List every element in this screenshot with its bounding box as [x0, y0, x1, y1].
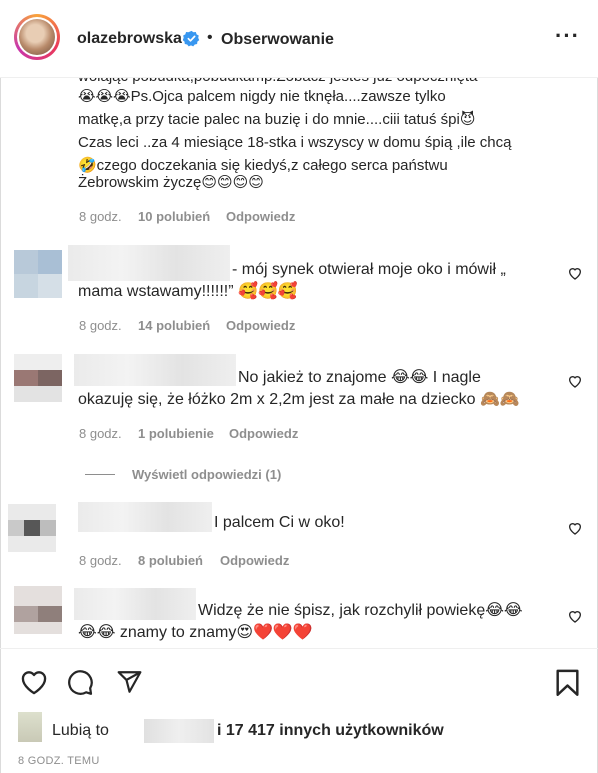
comment-text-line: Widzę że nie śpisz, jak rozchylił powiek… [198, 602, 523, 619]
comment-text-line: No jakież to znajome 😂😂 I nagle [238, 369, 481, 386]
comment-text-line: 😭😭😭Ps.Ojca palcem nigdy nie tknęła....za… [78, 88, 446, 105]
heart-outline-icon[interactable] [567, 520, 583, 536]
heart-outline-icon[interactable] [567, 608, 583, 624]
blurred-username [74, 588, 196, 620]
likes-count-link[interactable]: i 17 417 innych użytkowników [217, 722, 444, 740]
blurred-username [74, 354, 236, 386]
verified-badge-icon [183, 30, 200, 47]
comment-bubble-icon[interactable] [67, 669, 94, 696]
author-avatar[interactable] [14, 14, 60, 60]
comment-text-line: I palcem Ci w oko! [214, 514, 345, 531]
commenter-avatar[interactable] [8, 504, 56, 552]
reply-button[interactable]: Odpowiedz [226, 318, 295, 333]
comment-text-line: 😂😂 znamy to znamy😍❤️❤️❤️ [78, 624, 313, 641]
following-button[interactable]: Obserwowanie [221, 31, 334, 49]
comment-text-line: - mój synek otwierał moje oko i mówił „ [232, 261, 506, 278]
comment-text-line: okazuję się, że łóżko 2m x 2,2m jest za … [78, 391, 520, 408]
commenter-avatar[interactable] [14, 250, 62, 298]
blurred-username [68, 245, 230, 281]
post-timestamp[interactable]: 8 GODZ. TEMU [18, 755, 100, 767]
paper-plane-icon[interactable] [116, 669, 143, 695]
comment-text-line: matkę,a przy tacie palec na buzię i do m… [78, 111, 476, 128]
commenter-avatar[interactable] [14, 354, 62, 402]
comment-time: 8 godz. [79, 318, 122, 333]
header-separator: • [207, 29, 213, 46]
comment-text-line: mama wstawamy!!!!!!” 🥰🥰🥰 [78, 283, 298, 300]
blurred-liker-name [144, 719, 214, 743]
comment-text-line: Żebrowskim życzę😊😊😊😊 [78, 174, 264, 191]
author-username[interactable]: olazebrowska [77, 30, 182, 48]
commenter-avatar[interactable] [14, 586, 62, 634]
reply-button[interactable]: Odpowiedz [220, 553, 289, 568]
liker-avatar[interactable] [18, 712, 42, 742]
reply-button[interactable]: Odpowiedz [229, 426, 298, 441]
view-replies-line [85, 474, 115, 475]
comment-likes[interactable]: 8 polubień [138, 553, 203, 568]
footer-divider [0, 648, 598, 649]
comment-time: 8 godz. [79, 553, 122, 568]
more-dots-icon[interactable]: ··· [555, 25, 580, 47]
heart-outline-icon[interactable] [20, 669, 48, 695]
likes-prefix: Lubią to [52, 722, 109, 739]
view-replies-button[interactable]: Wyświetl odpowiedzi (1) [132, 467, 281, 482]
comment-likes[interactable]: 10 polubień [138, 209, 210, 224]
comment-likes[interactable]: 1 polubienie [138, 426, 214, 441]
comment-time: 8 godz. [79, 426, 122, 441]
reply-button[interactable]: Odpowiedz [226, 209, 295, 224]
comment-time: 8 godz. [79, 209, 122, 224]
comment-likes[interactable]: 14 polubień [138, 318, 210, 333]
comments-list: wolając pobudka,pobudkamp.Zobacz jesteś … [0, 78, 598, 648]
heart-outline-icon[interactable] [567, 265, 583, 281]
comment-text-line: Czas leci ..za 4 miesiące 18-stka i wszy… [78, 134, 512, 151]
post-header: olazebrowska • Obserwowanie ··· [0, 0, 598, 78]
bookmark-icon[interactable] [555, 669, 580, 696]
heart-outline-icon[interactable] [567, 373, 583, 389]
blurred-username [78, 502, 212, 532]
